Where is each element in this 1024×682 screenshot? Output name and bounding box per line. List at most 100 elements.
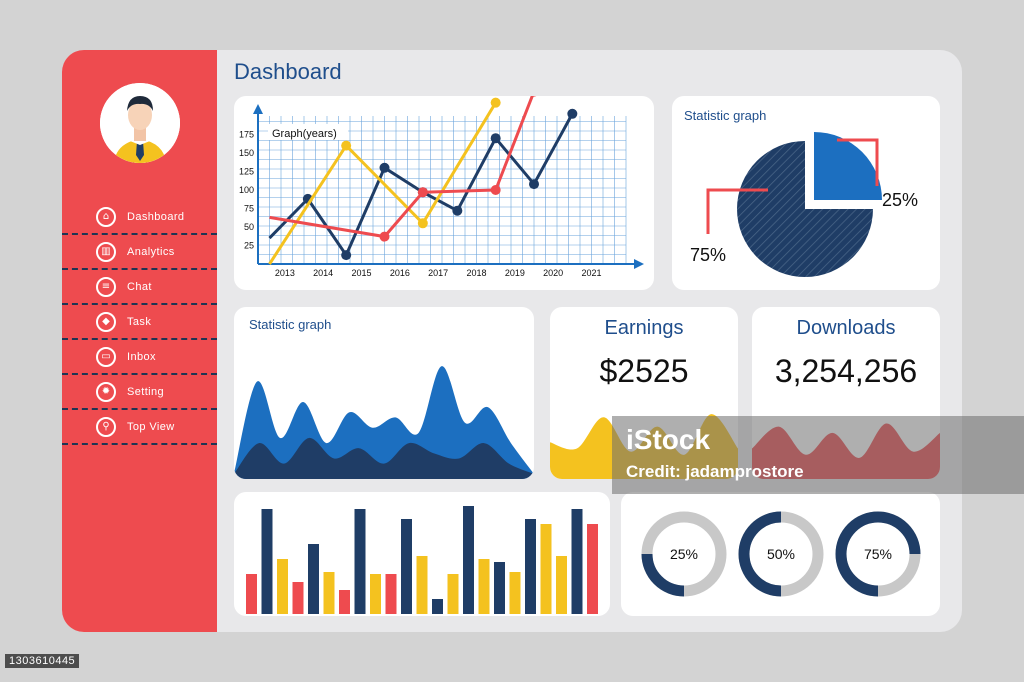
inbox-icon: ▭	[96, 346, 116, 367]
bar	[540, 524, 552, 614]
x-axis-arrow-icon	[634, 259, 644, 269]
bar	[323, 572, 335, 614]
bar	[432, 599, 443, 614]
bar	[354, 509, 366, 614]
bar	[525, 519, 536, 614]
area-chart	[234, 366, 534, 479]
bar	[292, 582, 304, 614]
pie-chart-title: Statistic graph	[684, 108, 767, 123]
bar	[416, 556, 428, 614]
sidebar-item-label: Task	[127, 315, 152, 328]
x-tick-label: 2016	[390, 268, 410, 278]
bar	[261, 509, 273, 614]
data-point	[417, 218, 428, 229]
sidebar-item-dashboard[interactable]: ⌂ Dashboard	[62, 200, 217, 235]
sidebar-item-analytics[interactable]: ▥ Analytics	[62, 235, 217, 270]
sidebar-item-label: Setting	[127, 385, 165, 398]
watermark-logo: iStock	[626, 424, 711, 455]
watermark-credit: Credit: jadamprostore	[626, 462, 804, 481]
pie-slice-small	[814, 132, 882, 200]
sidebar-item-label: Dashboard	[127, 210, 185, 223]
sidebar-item-label: Chat	[127, 280, 152, 293]
page-title: Dashboard	[234, 59, 342, 84]
y-tick-label: 50	[244, 222, 254, 232]
bar	[587, 524, 598, 614]
x-tick-label: 2019	[505, 268, 525, 278]
donut-label: 25%	[670, 546, 698, 562]
bar	[494, 562, 505, 614]
y-tick-label: 150	[239, 148, 254, 158]
y-tick-label: 100	[239, 185, 254, 195]
bar	[509, 572, 521, 614]
data-point	[490, 97, 501, 108]
data-point	[417, 187, 428, 198]
gear-icon: ✹	[96, 381, 116, 402]
x-tick-label: 2020	[543, 268, 563, 278]
stock-id-label: 1303610445	[5, 654, 80, 668]
data-point	[490, 185, 501, 195]
bar	[339, 590, 350, 614]
pie-chart: 25% 75%	[690, 132, 918, 277]
line-chart-card[interactable]: Graph(years) 25 50 75 100 125 150 175 2013 2014 20…	[234, 96, 654, 290]
search-icon: ⚲	[96, 416, 116, 437]
sidebar: ⌂ Dashboard ▥ Analytics ≡ Chat ◆ Task ▭ …	[62, 50, 217, 632]
pie-chart-card[interactable]: Statistic graph 25% 75%	[672, 96, 940, 290]
x-tick-label: 2013	[275, 268, 295, 278]
y-tick-label: 75	[244, 204, 254, 214]
progress-donuts: 25% 50% 75%	[641, 511, 921, 597]
earnings-title: Earnings	[604, 317, 684, 339]
y-tick-label: 175	[239, 130, 254, 140]
dashboard-window: ⌂ Dashboard ▥ Analytics ≡ Chat ◆ Task ▭ …	[62, 50, 962, 632]
home-icon: ⌂	[96, 206, 116, 227]
data-point	[379, 231, 390, 242]
downloads-title: Downloads	[796, 317, 896, 339]
sidebar-item-task[interactable]: ◆ Task	[62, 305, 217, 340]
analytics-icon: ▥	[96, 241, 116, 262]
data-point	[529, 179, 539, 190]
area-chart-card[interactable]: Statistic graph	[234, 307, 534, 479]
bar	[447, 574, 459, 614]
chat-icon: ≡	[96, 276, 116, 297]
sidebar-menu: ⌂ Dashboard ▥ Analytics ≡ Chat ◆ Task ▭ …	[62, 200, 217, 445]
bar	[556, 556, 567, 614]
bar-chart-card[interactable]	[234, 492, 610, 616]
sidebar-item-label: Analytics	[127, 245, 175, 258]
data-point	[341, 140, 352, 151]
donut-label: 50%	[767, 546, 795, 562]
line-chart: Graph(years) 25 50 75 100 125 150 175 2013 2014 20…	[239, 96, 644, 278]
area-chart-title: Statistic graph	[249, 317, 332, 332]
progress-donuts-card[interactable]: 25% 50% 75%	[621, 492, 940, 616]
sidebar-item-inbox[interactable]: ▭ Inbox	[62, 340, 217, 375]
x-tick-label: 2014	[313, 268, 333, 278]
bar	[370, 574, 381, 614]
x-tick-label: 2018	[466, 268, 486, 278]
data-point	[341, 250, 352, 261]
data-point	[379, 162, 390, 173]
bar	[308, 544, 319, 614]
x-tick-label: 2017	[428, 268, 448, 278]
bar	[246, 574, 257, 614]
sidebar-item-label: Top View	[127, 420, 175, 433]
sidebar-item-setting[interactable]: ✹ Setting	[62, 375, 217, 410]
data-point	[490, 133, 501, 144]
x-tick-label: 2021	[581, 268, 601, 278]
y-tick-label: 25	[244, 241, 254, 251]
sidebar-item-chat[interactable]: ≡ Chat	[62, 270, 217, 305]
bar	[571, 509, 583, 614]
bar	[478, 559, 490, 614]
bar-chart	[246, 506, 598, 614]
y-axis-arrow-icon	[253, 104, 263, 114]
bar	[385, 574, 397, 614]
data-point	[567, 108, 578, 119]
series-line	[269, 96, 534, 239]
earnings-value: $2525	[599, 353, 689, 389]
pie-label-small: 25%	[882, 190, 918, 210]
sidebar-item-label: Inbox	[127, 350, 156, 363]
avatar[interactable]	[100, 83, 180, 163]
task-icon: ◆	[96, 311, 116, 332]
pie-label-large: 75%	[690, 245, 726, 265]
x-tick-label: 2015	[351, 268, 371, 278]
sidebar-item-top-view[interactable]: ⚲ Top View	[62, 410, 217, 445]
bar	[463, 506, 474, 614]
downloads-value: 3,254,256	[774, 353, 918, 389]
